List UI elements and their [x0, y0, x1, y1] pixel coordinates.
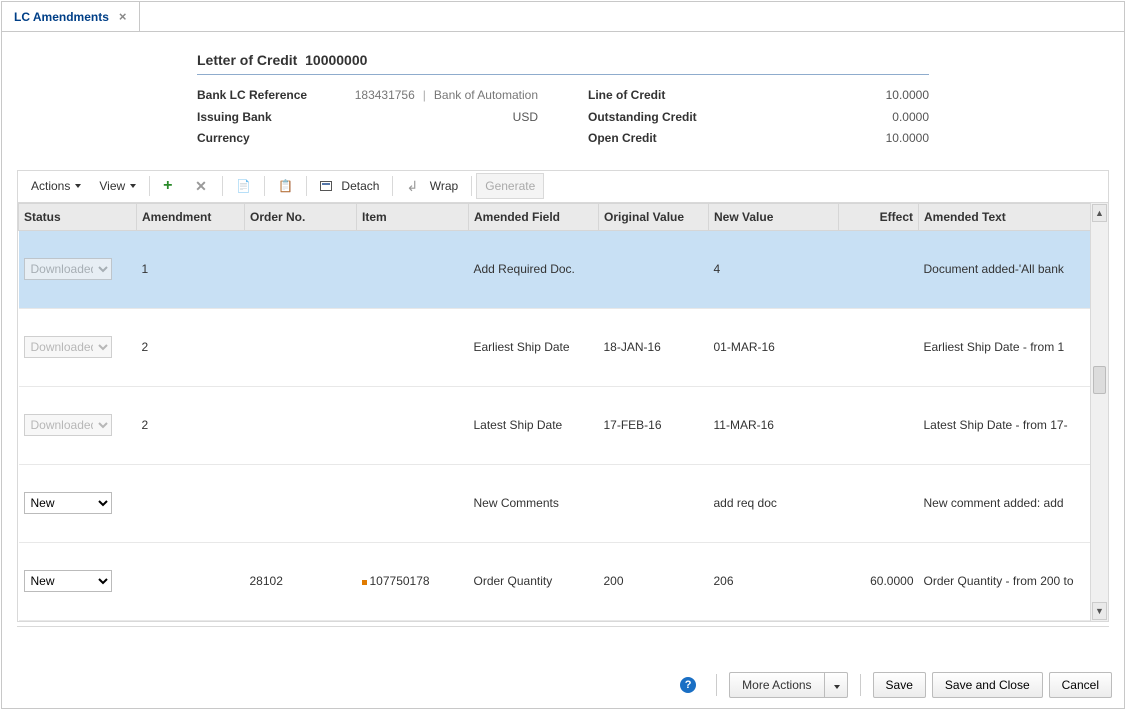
tab-label: LC Amendments — [14, 10, 109, 24]
bank-lc-ref-value: 183431756|Bank of Automation — [355, 85, 538, 107]
lc-header: Letter of Credit 10000000 Bank LC Refere… — [197, 52, 929, 150]
status-select[interactable]: DownloadedNew — [24, 414, 112, 436]
detach-button[interactable]: Detach — [311, 173, 388, 199]
tab-lc-amendments[interactable]: LC Amendments × — [2, 2, 140, 31]
caret-icon — [130, 184, 136, 188]
actions-menu[interactable]: Actions — [22, 173, 90, 199]
footer-bar: ? More Actions Save Save and Close Cance… — [2, 661, 1124, 708]
line-of-credit-label: Line of Credit — [588, 85, 665, 107]
caret-icon — [834, 685, 840, 689]
amendments-table: Status Amendment Order No. Item Amended … — [18, 203, 1108, 621]
add-button[interactable]: + — [154, 173, 186, 199]
col-item[interactable]: Item — [357, 203, 469, 230]
table-row[interactable]: DownloadedNew28102107750178Order Quantit… — [19, 542, 1108, 620]
table-row[interactable]: DownloadedNew2Latest Ship Date17-FEB-161… — [19, 386, 1108, 464]
table-row[interactable]: DownloadedNew2Earliest Ship Date18-JAN-1… — [19, 308, 1108, 386]
col-new[interactable]: New Value — [709, 203, 839, 230]
col-amended-field[interactable]: Amended Field — [469, 203, 599, 230]
open-credit-value: 10.0000 — [886, 128, 929, 150]
amendments-table-wrap: Status Amendment Order No. Item Amended … — [17, 202, 1109, 622]
table-toolbar: Actions View + ✕ 📄 📋 Detach ↲ Wrap Gener… — [17, 170, 1109, 202]
outstanding-credit-label: Outstanding Credit — [588, 107, 697, 129]
scroll-thumb[interactable] — [1093, 366, 1106, 394]
close-icon[interactable]: × — [119, 9, 127, 24]
plus-icon: + — [163, 179, 177, 193]
export-button[interactable]: 📄 — [227, 173, 260, 199]
query-button[interactable]: 📋 — [269, 173, 302, 199]
col-status[interactable]: Status — [19, 203, 137, 230]
help-icon[interactable]: ? — [680, 677, 696, 693]
issuing-bank-label: Issuing Bank — [197, 107, 272, 129]
generate-button[interactable]: Generate — [476, 173, 544, 199]
page-title: Letter of Credit 10000000 — [197, 52, 929, 75]
outstanding-credit-value: 0.0000 — [892, 107, 929, 129]
status-select[interactable]: DownloadedNew — [24, 258, 112, 280]
col-amendment[interactable]: Amendment — [137, 203, 245, 230]
cancel-button[interactable]: Cancel — [1049, 672, 1112, 698]
col-effect[interactable]: Effect — [839, 203, 919, 230]
horizontal-scrollbar[interactable] — [17, 626, 1109, 644]
bank-lc-ref-label: Bank LC Reference — [197, 85, 307, 107]
more-actions-button[interactable]: More Actions — [729, 672, 847, 698]
issuing-bank-value: USD — [513, 107, 538, 129]
export-icon: 📄 — [236, 179, 251, 193]
col-original[interactable]: Original Value — [599, 203, 709, 230]
scroll-up-icon[interactable]: ▲ — [1092, 204, 1107, 222]
table-row[interactable]: DownloadedNewNew Commentsadd req docNew … — [19, 464, 1108, 542]
caret-icon — [75, 184, 81, 188]
content-area: Letter of Credit 10000000 Bank LC Refere… — [2, 32, 1124, 661]
vertical-scrollbar[interactable]: ▲ ▼ — [1090, 203, 1108, 621]
delete-button[interactable]: ✕ — [186, 173, 218, 199]
wrap-button[interactable]: ↲ Wrap — [397, 173, 467, 199]
detach-icon — [320, 181, 332, 191]
view-menu[interactable]: View — [90, 173, 145, 199]
tab-bar: LC Amendments × — [2, 2, 1124, 32]
status-select[interactable]: DownloadedNew — [24, 570, 112, 592]
currency-label: Currency — [197, 128, 250, 150]
col-amended-text[interactable]: Amended Text — [919, 203, 1108, 230]
wrap-icon: ↲ — [406, 179, 420, 193]
col-order[interactable]: Order No. — [245, 203, 357, 230]
scroll-down-icon[interactable]: ▼ — [1092, 602, 1107, 620]
open-credit-label: Open Credit — [588, 128, 657, 150]
modified-flag-icon — [362, 580, 367, 585]
status-select[interactable]: DownloadedNew — [24, 492, 112, 514]
line-of-credit-value: 10.0000 — [886, 85, 929, 107]
status-select[interactable]: DownloadedNew — [24, 336, 112, 358]
save-button[interactable]: Save — [873, 672, 926, 698]
lc-amendments-window: LC Amendments × Letter of Credit 1000000… — [1, 1, 1125, 709]
delete-icon: ✕ — [195, 179, 209, 193]
table-row[interactable]: DownloadedNew1Add Required Doc.4Document… — [19, 230, 1108, 308]
save-and-close-button[interactable]: Save and Close — [932, 672, 1043, 698]
query-icon: 📋 — [278, 179, 293, 193]
